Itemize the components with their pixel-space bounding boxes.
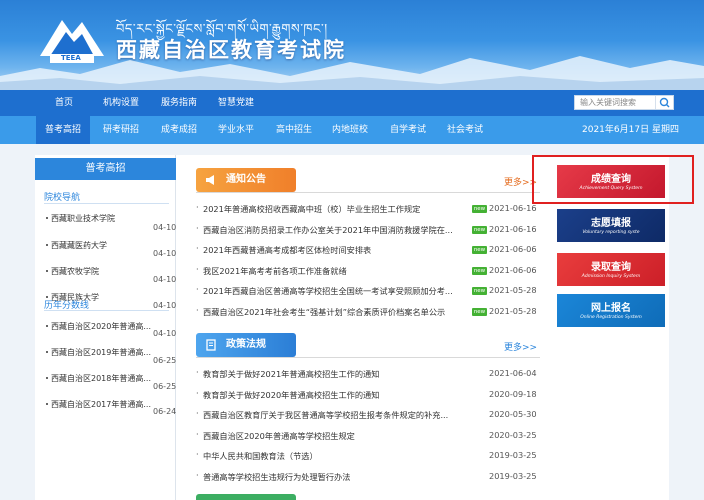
sidebar-tab-title: 普考高招 <box>35 158 176 180</box>
divider <box>44 203 169 204</box>
news-item-date: 2021-05-28 <box>489 285 537 295</box>
list-item-date: 04-10 <box>153 249 177 258</box>
tab-self-study[interactable]: 自学考试 <box>390 116 426 144</box>
policies-more-link[interactable]: 更多>> <box>504 340 537 353</box>
secondary-nav: 普考高招 研考研招 成考成招 学业水平 高中招生 内地班校 自学考试 社会考试 … <box>0 116 704 144</box>
list-item-date: 06-25 <box>153 382 177 391</box>
news-item-link[interactable]: 2021年普通高校招收西藏高中班（校）毕业生招生工作规定 <box>196 202 420 215</box>
news-item-date: 2019-03-25 <box>489 470 537 481</box>
new-badge: new <box>472 307 487 316</box>
quick-link-label: 网上报名 <box>591 303 631 314</box>
document-icon <box>206 339 216 351</box>
current-date: 2021年6月17日 星期四 <box>582 125 679 135</box>
new-badge: new <box>472 266 487 275</box>
list-item-date: 06-25 <box>153 356 177 365</box>
news-item-link[interactable]: 2021年西藏普通高考成都考区体检时间安排表 <box>196 243 371 256</box>
section-title-colleges: 院校导航 <box>44 193 81 203</box>
search-button[interactable] <box>655 96 673 109</box>
search-box: 输入关键词搜索 <box>574 95 674 110</box>
online-registration-button[interactable]: 网上报名 Online Registration System <box>557 294 665 327</box>
news-item-link[interactable]: 教育部关于做好2021年普通高校招生工作的通知 <box>196 367 379 380</box>
search-input[interactable]: 输入关键词搜索 <box>580 96 636 109</box>
news-item-date: 2021-06-06 <box>489 244 537 254</box>
news-item-link[interactable]: 普通高等学校招生违规行为处理暂行办法 <box>196 470 350 483</box>
primary-nav: 首页 机构设置 服务指南 智慧党建 输入关键词搜索 <box>0 90 704 116</box>
new-badge: new <box>472 246 487 254</box>
tab-social-exam[interactable]: 社会考试 <box>447 116 483 144</box>
news-item-date: 2021-06-06 <box>489 264 537 275</box>
score-line-link[interactable]: 西藏自治区2020年普通高... <box>46 321 151 332</box>
search-icon <box>659 97 670 108</box>
news-item-date: 2020-05-30 <box>489 409 537 419</box>
tab-gaokao[interactable]: 普考高招 <box>36 116 90 144</box>
tab-academic-level[interactable]: 学业水平 <box>218 116 254 144</box>
divider <box>196 192 540 193</box>
news-item-date: 2021-05-28 <box>489 305 537 316</box>
next-section-tab <box>196 494 296 500</box>
nav-service-guide[interactable]: 服务指南 <box>161 90 197 116</box>
divider <box>44 310 169 311</box>
list-item-date: 04-10 <box>153 275 177 284</box>
tab-high-school[interactable]: 高中招生 <box>276 116 312 144</box>
quick-link-label: 志愿填报 <box>591 218 631 229</box>
score-line-link[interactable]: 西藏自治区2017年普通高... <box>46 399 151 410</box>
news-item-link[interactable]: 西藏自治区消防员招录工作办公室关于2021年中国消防救援学院在... <box>196 223 453 236</box>
highlight-box <box>532 155 694 204</box>
list-item-date: 04-10 <box>153 301 177 310</box>
news-item-date: 2021-06-16 <box>489 203 537 213</box>
admission-query-button[interactable]: 录取查询 Admission Inquiry System <box>557 253 665 286</box>
news-item-date: 2020-03-25 <box>489 429 537 440</box>
news-item-date: 2019-03-25 <box>489 450 537 460</box>
header-banner: TEEA བོད་རང་སྐྱོང་ལྗོངས་སློབ་གསོ་ཡིག་རྒྱ… <box>0 0 704 90</box>
news-item-link[interactable]: 教育部关于做好2020年普通高校招生工作的通知 <box>196 388 379 401</box>
nav-organization[interactable]: 机构设置 <box>103 90 139 116</box>
notices-title-tab[interactable]: 通知公告 <box>196 168 296 192</box>
notices-title: 通知公告 <box>226 174 266 185</box>
quick-link-subtitle: Admission Inquiry System <box>581 274 641 279</box>
new-badge: new <box>472 287 487 295</box>
new-badge: new <box>472 225 487 234</box>
news-item-link[interactable]: 2021年西藏自治区普通高等学校招生全国统一考试享受照顾加分考... <box>196 284 453 297</box>
news-item-date: 2021-06-04 <box>489 368 537 378</box>
news-item-link[interactable]: 西藏自治区2020年普通高等学校招生规定 <box>196 429 355 442</box>
tab-graduate[interactable]: 研考研招 <box>103 116 139 144</box>
score-line-link[interactable]: 西藏自治区2018年普通高... <box>46 373 151 384</box>
nav-home[interactable]: 首页 <box>55 90 73 116</box>
site-title: 西藏自治区教育考试院 <box>116 37 346 62</box>
volunteer-fill-button[interactable]: 志愿填报 Voluntary reporting syste <box>557 209 665 242</box>
news-item-link[interactable]: 我区2021年高考考前各项工作准备就绪 <box>196 264 347 277</box>
policies-title-tab[interactable]: 政策法规 <box>196 333 296 357</box>
quick-link-label: 录取查询 <box>591 262 631 273</box>
divider <box>196 357 540 358</box>
score-line-link[interactable]: 西藏自治区2019年普通高... <box>46 347 151 358</box>
quick-link-subtitle: Voluntary reporting syste <box>582 230 640 235</box>
college-link[interactable]: 西藏藏医药大学 <box>46 240 107 251</box>
news-item-date: 2020-09-18 <box>489 388 537 399</box>
megaphone-icon <box>206 175 214 185</box>
list-item-date: 06-24 <box>153 407 177 416</box>
tab-inland-class[interactable]: 内地班校 <box>332 116 368 144</box>
policies-title: 政策法规 <box>226 339 266 350</box>
site-logo[interactable]: TEEA <box>36 14 108 66</box>
news-item-date: 2021-06-16 <box>489 223 537 234</box>
college-link[interactable]: 西藏农牧学院 <box>46 266 99 277</box>
quick-link-subtitle: Online Registration System <box>580 315 642 320</box>
news-item-link[interactable]: 西藏自治区2021年社会考生“强基计划”综合素质评价档案名单公示 <box>196 305 445 318</box>
nav-party-building[interactable]: 智慧党建 <box>218 90 254 116</box>
new-badge: new <box>472 205 487 213</box>
list-item-date: 04-10 <box>153 329 177 338</box>
news-item-link[interactable]: 西藏自治区教育厅关于我区普通高等学校招生报考条件规定的补充... <box>196 408 448 421</box>
tab-adult-exam[interactable]: 成考成招 <box>161 116 197 144</box>
news-item-link[interactable]: 中华人民共和国教育法（节选） <box>196 449 318 462</box>
college-link[interactable]: 西藏职业技术学院 <box>46 213 115 224</box>
logo-text: TEEA <box>61 54 81 62</box>
list-item-date: 04-10 <box>153 223 177 232</box>
